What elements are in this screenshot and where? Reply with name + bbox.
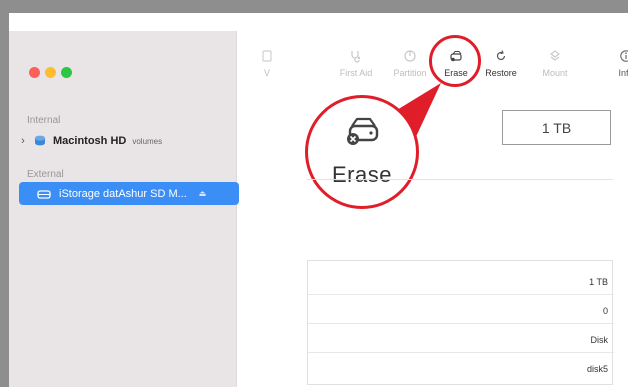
table-row: 0	[308, 298, 614, 324]
erase-callout-label: Erase	[332, 162, 392, 187]
table-row: Disk	[308, 327, 614, 353]
table-row: 1 TB	[308, 269, 614, 295]
capacity-box: 1 TB	[502, 110, 611, 145]
info-value-capacity: 1 TB	[589, 276, 608, 287]
info-value-type: Disk	[590, 334, 609, 345]
divider	[307, 179, 613, 180]
disk-utility-window: Internal › Macintosh HD volumes External…	[9, 13, 628, 387]
info-value-child-count: 0	[602, 305, 608, 316]
erase-disk-icon-large	[347, 117, 379, 145]
info-value-device: disk5	[586, 364, 608, 374]
erase-zoom-callout: Erase	[305, 95, 419, 209]
info-table: 1 TB 0 Disk disk5	[307, 260, 614, 385]
table-row: disk5	[308, 356, 614, 382]
